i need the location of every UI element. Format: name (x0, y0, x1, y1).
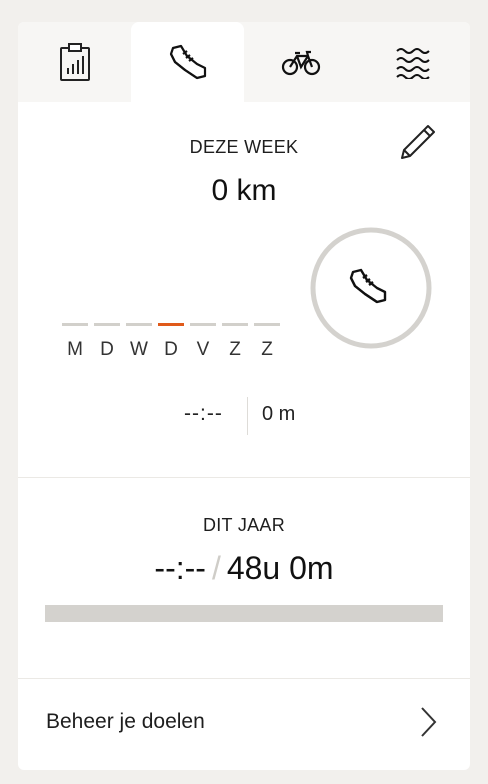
tab-cycling[interactable] (244, 22, 357, 102)
day-mon: M (62, 323, 88, 361)
chevron-right-icon (421, 707, 437, 737)
week-meters: 0 m (262, 403, 296, 425)
year-progress-bar (45, 605, 443, 622)
waves-icon (395, 48, 430, 79)
year-separator: / (211, 550, 221, 586)
tab-swimming[interactable] (357, 22, 470, 102)
day-fri: V (190, 323, 216, 361)
week-distance: 0 km (211, 174, 277, 207)
week-title: DEZE WEEK (189, 137, 299, 157)
day-thu: D (158, 323, 184, 361)
stat-divider (247, 397, 248, 435)
day-wed: W (126, 323, 152, 361)
clipboard-chart-icon (59, 43, 90, 81)
day-tue: D (94, 323, 120, 361)
day-sat: Z (222, 323, 248, 361)
year-title: DIT JAAR (202, 515, 286, 535)
section-divider (18, 477, 470, 478)
goals-card: DEZE WEEK 0 km M D W D V Z Z --:-- 0 m D… (18, 22, 470, 770)
section-divider (18, 678, 470, 679)
running-shoe-icon (349, 268, 387, 304)
manage-goals-row[interactable]: Beheer je doelen (18, 680, 470, 770)
tab-summary[interactable] (18, 22, 131, 102)
running-shoe-icon (169, 44, 206, 80)
year-summary: --:--/48u 0m (18, 550, 470, 587)
progress-ring (310, 227, 432, 349)
sport-tabs (18, 22, 470, 102)
year-goal: 48u 0m (226, 550, 334, 586)
week-time: --:-- (184, 402, 223, 425)
manage-goals-label: Beheer je doelen (46, 710, 205, 733)
tab-running[interactable] (131, 22, 244, 102)
bicycle-icon (281, 50, 320, 76)
year-current: --:-- (154, 550, 206, 586)
day-sun: Z (254, 323, 280, 361)
